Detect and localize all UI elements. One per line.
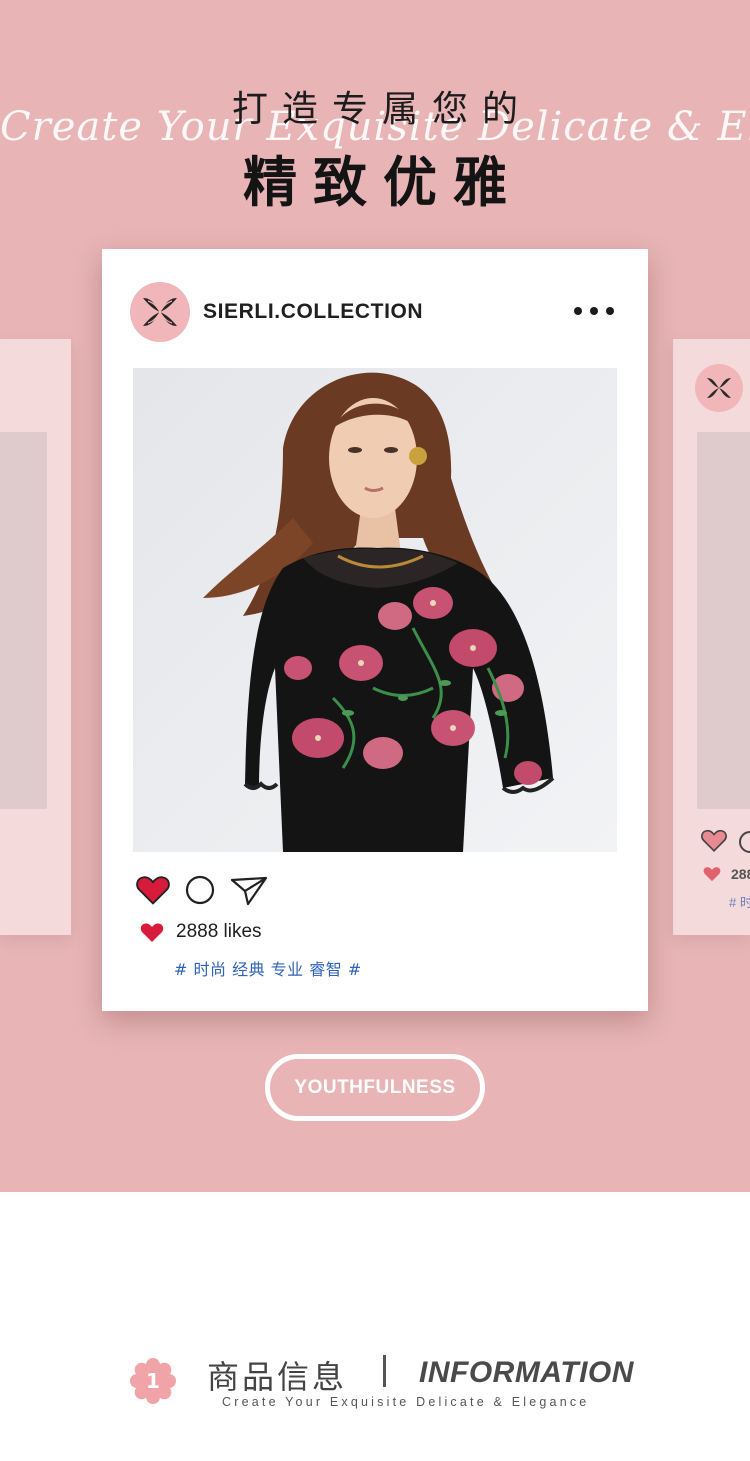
info-section: 1 商品信息 INFORMATION Create Your Exquisite… (0, 1192, 750, 1461)
side-card-right: 288 # 时 (673, 339, 750, 935)
flower-number-icon: 1 (130, 1358, 176, 1404)
hero-section: Create Your Exquisite Delicate & Eleganc… (0, 0, 750, 1192)
side-avatar (695, 364, 743, 412)
model-photo-illustration (133, 368, 617, 852)
info-title-cn: 商品信息 (207, 1358, 348, 1396)
likes-row: 2888 likes (140, 921, 262, 943)
comment-icon[interactable] (184, 874, 216, 906)
hero-headline-line1: 打造专属您的 (231, 89, 532, 130)
post-actions (136, 873, 282, 907)
post-photo (133, 368, 617, 852)
hero-headline-line2: 精致优雅 (243, 151, 523, 214)
side-card-left (0, 339, 71, 935)
post-hashtags[interactable]: # 时尚 经典 专业 睿智 # (174, 956, 362, 980)
sierli-logo-icon (707, 378, 731, 398)
title-divider (383, 1355, 386, 1387)
likes-count[interactable]: 2888 likes (176, 921, 262, 943)
side-card-photo (0, 432, 47, 809)
heart-icon (701, 829, 727, 852)
info-number: 1 (146, 1369, 160, 1393)
info-title-en: INFORMATION (419, 1356, 634, 1389)
more-dots-icon[interactable] (574, 301, 614, 321)
youthfulness-button[interactable]: YOUTHFULNESS (265, 1054, 485, 1121)
heart-icon[interactable] (136, 875, 170, 905)
sierli-logo-icon (143, 298, 177, 326)
comment-icon (739, 831, 750, 853)
youthfulness-label: YOUTHFULNESS (294, 1076, 456, 1098)
side-tags: # 时 (729, 895, 750, 910)
avatar[interactable] (130, 282, 190, 342)
side-likes-count: 288 (731, 866, 750, 882)
heart-icon (140, 922, 164, 942)
share-icon[interactable] (230, 874, 268, 906)
post-card: SIERLI.COLLECTION 2888 likes # 时尚 经典 专业 … (102, 249, 648, 1011)
info-subtitle: Create Your Exquisite Delicate & Eleganc… (222, 1395, 590, 1409)
side-card-photo (697, 432, 750, 809)
post-username[interactable]: SIERLI.COLLECTION (203, 300, 423, 324)
heart-icon (703, 867, 721, 882)
